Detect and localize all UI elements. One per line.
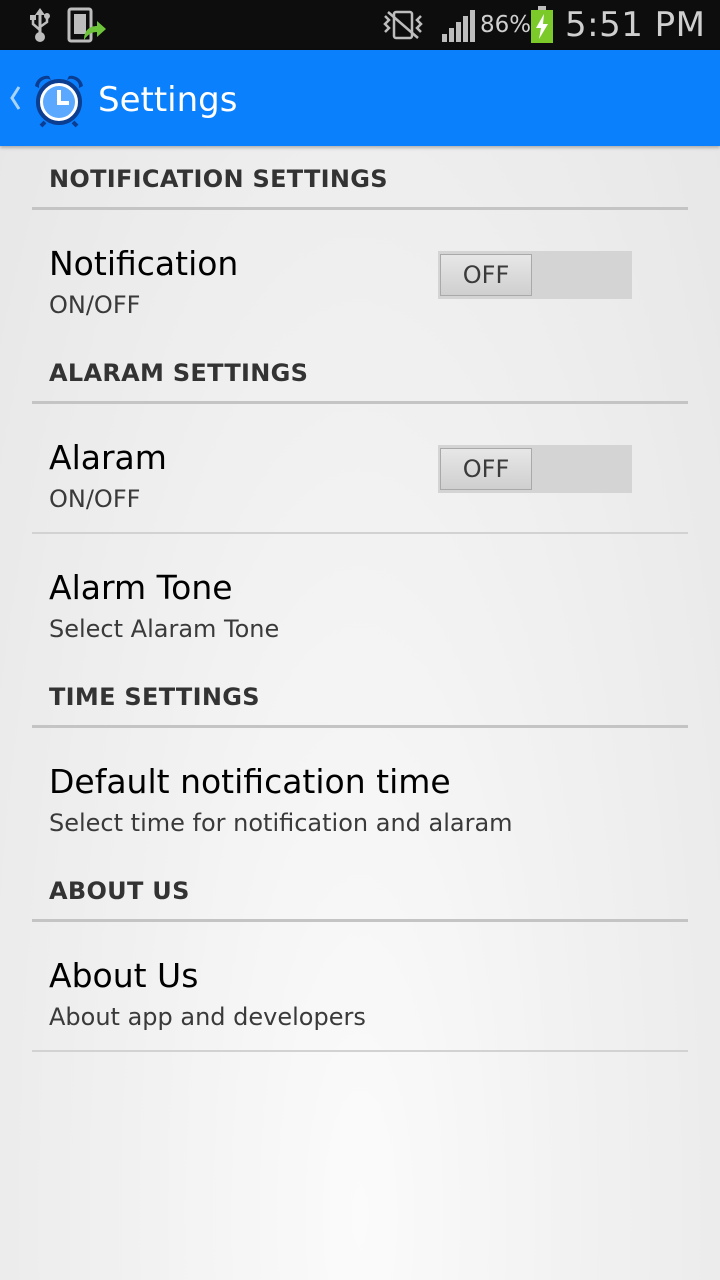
up-navigation-button[interactable]: Settings bbox=[0, 50, 250, 146]
category-title: ABOUT US bbox=[49, 877, 190, 905]
pref-alarm-tone[interactable]: Alarm Tone Select Alaram Tone bbox=[32, 534, 688, 664]
pref-summary: Select Alaram Tone bbox=[49, 615, 280, 643]
status-bar: 86% 5:51 PM bbox=[0, 0, 720, 50]
pref-about-us[interactable]: About Us About app and developers bbox=[32, 922, 688, 1052]
usb-icon bbox=[30, 8, 50, 42]
toggle-thumb: OFF bbox=[440, 448, 532, 490]
category-alarm-settings: ALARAM SETTINGS bbox=[32, 340, 688, 404]
settings-list: NOTIFICATION SETTINGS Notification ON/OF… bbox=[0, 146, 720, 1052]
category-time-settings: TIME SETTINGS bbox=[32, 664, 688, 728]
pref-summary: ON/OFF bbox=[49, 291, 141, 319]
pref-title: Default notification time bbox=[49, 762, 451, 801]
pref-summary: Select time for notification and alaram bbox=[49, 809, 513, 837]
battery-percent: 86% bbox=[480, 12, 532, 38]
pref-title: Notification bbox=[49, 244, 239, 283]
page-title: Settings bbox=[98, 80, 238, 120]
toggle-thumb: OFF bbox=[440, 254, 532, 296]
pref-summary: ON/OFF bbox=[49, 485, 141, 513]
pref-summary: About app and developers bbox=[49, 1003, 366, 1031]
notification-toggle[interactable]: OFF bbox=[438, 251, 632, 299]
pref-default-notification-time[interactable]: Default notification time Select time fo… bbox=[32, 728, 688, 858]
alarm-toggle[interactable]: OFF bbox=[438, 445, 632, 493]
pref-alarm[interactable]: Alaram ON/OFF OFF bbox=[32, 404, 688, 534]
pref-title: About Us bbox=[49, 956, 199, 995]
pref-title: Alaram bbox=[49, 438, 167, 477]
category-title: TIME SETTINGS bbox=[49, 683, 260, 711]
alarm-clock-icon bbox=[35, 75, 83, 128]
battery-charging-icon bbox=[531, 6, 553, 43]
category-about-us: ABOUT US bbox=[32, 858, 688, 922]
category-title: ALARAM SETTINGS bbox=[49, 359, 309, 387]
signal-icon bbox=[442, 10, 475, 42]
vibrate-icon bbox=[383, 10, 423, 40]
category-title: NOTIFICATION SETTINGS bbox=[49, 165, 388, 193]
status-clock: 5:51 PM bbox=[565, 5, 706, 45]
pref-notification[interactable]: Notification ON/OFF OFF bbox=[32, 210, 688, 340]
action-bar: Settings bbox=[0, 50, 720, 146]
back-chevron-icon bbox=[10, 86, 21, 110]
pref-title: Alarm Tone bbox=[49, 568, 233, 607]
category-notification-settings: NOTIFICATION SETTINGS bbox=[32, 146, 688, 210]
phone-upload-icon bbox=[67, 7, 106, 43]
